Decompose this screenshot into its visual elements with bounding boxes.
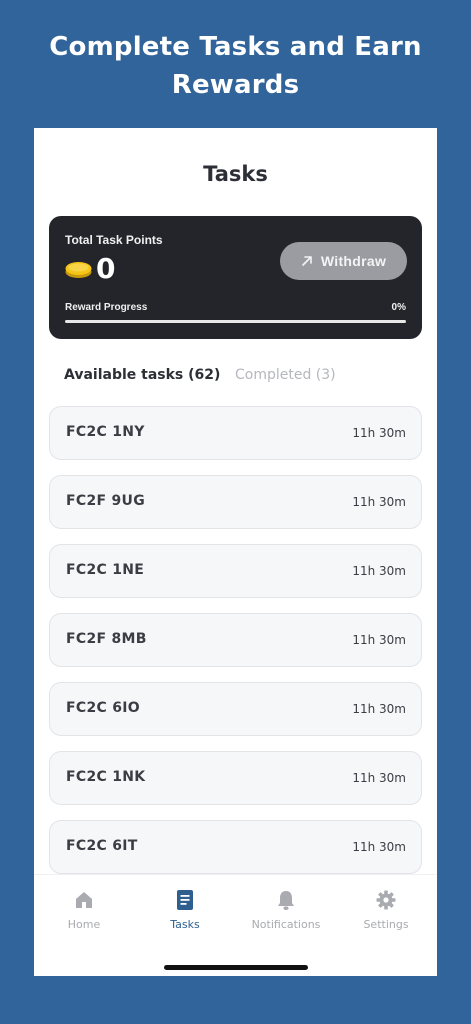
- promo-title: Complete Tasks and Earn Rewards: [49, 32, 422, 100]
- task-time: 11h 30m: [352, 702, 406, 716]
- task-name: FC2F 9UG: [66, 493, 146, 509]
- points-card: Total Task Points 0 Withdraw Reward Prog…: [49, 216, 422, 339]
- bottom-tab-bar: Home Tasks Notifications Settings: [34, 874, 437, 976]
- progress-label: Reward Progress: [65, 302, 148, 313]
- withdraw-label: Withdraw: [320, 253, 387, 269]
- task-name: FC2C 6IO: [66, 700, 140, 716]
- task-row[interactable]: FC2C 1NE 11h 30m: [49, 544, 422, 598]
- home-indicator: [164, 965, 308, 970]
- task-name: FC2C 1NY: [66, 424, 145, 440]
- tabbar-label-home: Home: [67, 918, 101, 931]
- gear-icon: [376, 890, 396, 910]
- tabbar-label-settings: Settings: [363, 918, 409, 931]
- tab-available[interactable]: Available tasks (62): [64, 367, 220, 383]
- task-time: 11h 30m: [352, 495, 406, 509]
- withdraw-button[interactable]: Withdraw: [280, 242, 407, 280]
- task-row[interactable]: FC2C 6IO 11h 30m: [49, 682, 422, 736]
- task-row[interactable]: FC2C 1NY 11h 30m: [49, 406, 422, 460]
- phone-screen: Tasks Total Task Points 0 Withdraw Rewar…: [34, 128, 437, 976]
- task-name: FC2C 6IT: [66, 838, 138, 854]
- tabbar-item-notifications[interactable]: Notifications: [236, 889, 336, 931]
- arrow-up-right-icon: [302, 256, 312, 266]
- document-icon: [177, 890, 193, 910]
- task-time: 11h 30m: [352, 633, 406, 647]
- progress-percent: 0%: [391, 302, 406, 313]
- task-name: FC2C 1NK: [66, 769, 146, 785]
- points-label: Total Task Points: [65, 233, 163, 247]
- home-icon: [76, 892, 92, 908]
- tabbar-item-tasks[interactable]: Tasks: [135, 889, 235, 931]
- task-row[interactable]: FC2C 1NK 11h 30m: [49, 751, 422, 805]
- task-time: 11h 30m: [352, 840, 406, 854]
- task-time: 11h 30m: [352, 771, 406, 785]
- task-name: FC2C 1NE: [66, 562, 145, 578]
- tabbar-item-home[interactable]: Home: [34, 889, 134, 931]
- tabbar-label-notifications: Notifications: [251, 918, 321, 931]
- task-tabs: Available tasks (62) Completed (3): [64, 367, 409, 389]
- points-value: 0: [96, 252, 116, 285]
- tab-completed[interactable]: Completed (3): [235, 367, 336, 383]
- tabbar-label-tasks: Tasks: [170, 918, 200, 931]
- task-name: FC2F 8MB: [66, 631, 147, 647]
- bell-icon: [278, 891, 294, 910]
- task-row[interactable]: FC2F 9UG 11h 30m: [49, 475, 422, 529]
- task-time: 11h 30m: [352, 564, 406, 578]
- progress-track: [65, 320, 406, 323]
- tabbar-item-settings[interactable]: Settings: [336, 889, 436, 931]
- task-row[interactable]: FC2C 6IT 11h 30m: [49, 820, 422, 874]
- page-title: Tasks: [203, 162, 268, 186]
- coin-icon: [65, 262, 92, 278]
- task-row[interactable]: FC2F 8MB 11h 30m: [49, 613, 422, 667]
- task-time: 11h 30m: [352, 426, 406, 440]
